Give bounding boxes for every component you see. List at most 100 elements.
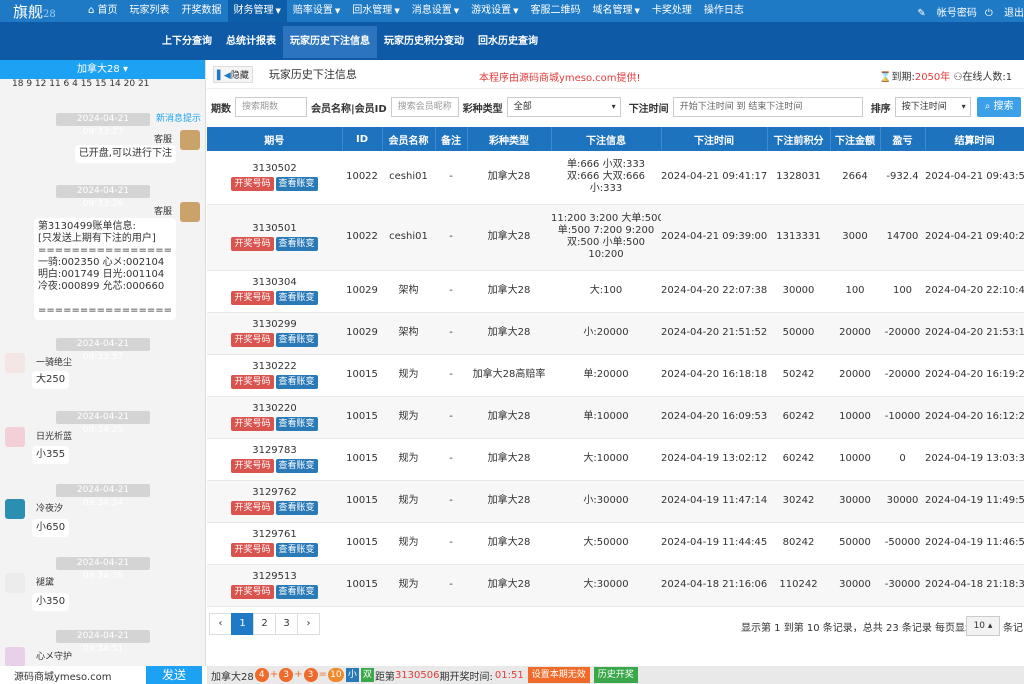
- subnav-tab-0[interactable]: 上下分查询: [155, 26, 219, 58]
- period-number: 3130304: [252, 277, 297, 288]
- view-changes-button[interactable]: 查看账变: [275, 417, 318, 431]
- type-cell: 加拿大28: [467, 522, 551, 565]
- chat-line: 已开盘,可以进行下注: [78, 148, 172, 159]
- page-button-3[interactable]: 3: [275, 613, 298, 635]
- settle-cell: 2024-04-20 21:53:17: [925, 312, 1024, 355]
- lottery-type-select[interactable]: 全部 ▾: [506, 97, 621, 117]
- send-button[interactable]: 发送: [146, 666, 202, 684]
- bet-info-cell: 大:50000: [551, 522, 661, 565]
- nav-item-4[interactable]: 赔率设置 ▼: [287, 0, 346, 22]
- equals-sign: =: [318, 669, 327, 680]
- view-changes-button[interactable]: 查看账变: [275, 237, 318, 251]
- prev-page-button[interactable]: ‹: [209, 613, 232, 635]
- column-header: 下注信息: [551, 127, 662, 151]
- nav-item-6[interactable]: 消息设置 ▼: [406, 0, 465, 22]
- nav-item-2[interactable]: 开奖数据: [176, 0, 228, 22]
- row-actions: 开奖号码 查看账变: [207, 417, 342, 431]
- chat-line: [38, 293, 172, 305]
- period-cell: 3129513 开奖号码 查看账变: [207, 564, 342, 607]
- chevron-down-icon: ▾: [961, 102, 966, 111]
- name-cell: 规为: [382, 522, 435, 565]
- table-header-row: 期号 ID 会员名称 备注 彩种类型 下注信息 下注时间 下注前积分 下注金额 盈亏 结算时间: [207, 127, 1024, 151]
- member-search-input[interactable]: 搜索会员昵称: [390, 97, 459, 117]
- table-row: 3130220 开奖号码 查看账变 10015 规为 - 加拿大28 单:10000 2024-…: [207, 396, 1024, 439]
- new-message-tip[interactable]: 新消息提示: [156, 111, 201, 124]
- type-cell: 加拿大28: [467, 438, 551, 481]
- open-number-button[interactable]: 开奖号码: [231, 177, 274, 192]
- toolbar: ▌◀隐藏 玩家历史下注信息 本程序由源码商城ymeso.com提供! ⌛到期:2…: [207, 60, 1024, 89]
- nav-item-label: 回水管理: [352, 5, 393, 16]
- pl-cell: 14700: [880, 204, 925, 271]
- open-number-button[interactable]: 开奖号码: [231, 237, 274, 251]
- view-changes-button[interactable]: 查看账变: [275, 177, 318, 192]
- search-button[interactable]: ⌕ 搜索: [976, 97, 1022, 117]
- page-button-1[interactable]: 1: [231, 613, 254, 635]
- subnav-tab-3[interactable]: 玩家历史积分变动: [377, 26, 471, 58]
- user-avatar: [5, 499, 25, 519]
- name-cell: ceshi01: [382, 151, 435, 205]
- id-cell: 10015: [342, 438, 382, 481]
- open-number-button[interactable]: 开奖号码: [231, 375, 274, 389]
- bet-time-range-input[interactable]: 开始下注时间 到 结束下注时间: [672, 97, 863, 117]
- open-number-button[interactable]: 开奖号码: [231, 291, 274, 305]
- view-changes-button[interactable]: 查看账变: [275, 501, 318, 515]
- nav-item-9[interactable]: 域名管理 ▼: [586, 0, 645, 22]
- sort-select[interactable]: 按下注时间 ▾: [894, 97, 971, 117]
- nav-item-5[interactable]: 回水管理 ▼: [346, 0, 405, 22]
- open-number-button[interactable]: 开奖号码: [231, 417, 274, 431]
- next-page-button[interactable]: ›: [297, 613, 320, 635]
- nav-item-11[interactable]: 操作日志: [698, 0, 750, 22]
- account-password-link[interactable]: ✎ 帐号密码: [917, 4, 977, 19]
- view-changes-button[interactable]: 查看账变: [275, 585, 318, 599]
- page-size-select[interactable]: 10 ▴: [966, 616, 1000, 636]
- chat-room-selector[interactable]: 加拿大28 ▾: [0, 60, 205, 79]
- time-cell: 2024-04-18 21:16:06: [661, 564, 767, 607]
- before-cell: 50242: [767, 354, 830, 397]
- subnav-tab-2[interactable]: 玩家历史下注信息: [283, 26, 377, 58]
- open-number-button[interactable]: 开奖号码: [231, 333, 274, 347]
- open-number-button[interactable]: 开奖号码: [231, 585, 274, 599]
- type-cell: 加拿大28: [467, 204, 551, 271]
- set-invalid-button[interactable]: 设置本期无效: [527, 667, 590, 683]
- row-actions: 开奖号码 查看账变: [207, 543, 342, 557]
- amount-cell: 30000: [830, 480, 880, 523]
- nav-item-7[interactable]: 游戏设置 ▼: [465, 0, 524, 22]
- view-changes-button[interactable]: 查看账变: [275, 291, 318, 305]
- chat-line: 明白:001749 日光:001104: [37, 269, 165, 280]
- name-cell: 规为: [382, 354, 435, 397]
- id-cell: 10022: [342, 204, 382, 271]
- open-number-button[interactable]: 开奖号码: [231, 501, 274, 515]
- row-actions: 开奖号码 查看账变: [207, 291, 342, 305]
- nav-item-8[interactable]: 客服二维码: [524, 0, 586, 22]
- view-changes-button[interactable]: 查看账变: [275, 459, 318, 473]
- subnav-tab-1[interactable]: 总统计报表: [219, 26, 283, 58]
- chat-username: 客服: [153, 207, 172, 217]
- table-row: 3129783 开奖号码 查看账变 10015 规为 - 加拿大28 大:10000 2024-…: [207, 438, 1024, 481]
- before-cell: 30242: [767, 480, 830, 523]
- view-changes-button[interactable]: 查看账变: [275, 333, 318, 347]
- bet-info-cell: 大:100: [551, 270, 661, 313]
- view-changes-button[interactable]: 查看账变: [275, 375, 318, 389]
- nav-item-1[interactable]: 玩家列表: [124, 0, 176, 22]
- logout-link[interactable]: ⏻ 退出: [985, 4, 1024, 19]
- subnav-tab-4[interactable]: 回水历史查询: [471, 26, 545, 58]
- nav-item-3[interactable]: 财务管理 ▼: [227, 0, 287, 22]
- bet-info-cell: 大:10000: [551, 438, 661, 481]
- open-number-button[interactable]: 开奖号码: [231, 543, 274, 557]
- page-button-2[interactable]: 2: [253, 613, 276, 635]
- hide-chat-button[interactable]: ▌◀隐藏: [213, 65, 253, 83]
- history-draw-button[interactable]: 历史开奖: [593, 667, 638, 683]
- chat-username: 一骑绝尘: [36, 358, 73, 368]
- chat-input[interactable]: [0, 666, 146, 684]
- open-number-button[interactable]: 开奖号码: [231, 459, 274, 473]
- view-changes-button[interactable]: 查看账变: [275, 543, 318, 557]
- chat-messages[interactable]: 18 9 12 11 6 4 15 15 14 20 21 新消息提示 2024…: [0, 79, 206, 668]
- draw-ball: 4: [254, 668, 269, 682]
- bet-history-table: 期号 ID 会员名称 备注 彩种类型 下注信息 下注时间 下注前积分 下注金额 盈亏 结算时间 31…: [207, 127, 1024, 607]
- amount-cell: 100: [830, 270, 880, 313]
- nav-item-10[interactable]: 卡奖处理: [646, 0, 698, 22]
- nav-item-0[interactable]: ⌂ 首页: [82, 0, 124, 22]
- period-search-input[interactable]: 搜索期数: [235, 97, 307, 117]
- column-header: 期号: [207, 127, 343, 151]
- note-cell: -: [435, 204, 467, 271]
